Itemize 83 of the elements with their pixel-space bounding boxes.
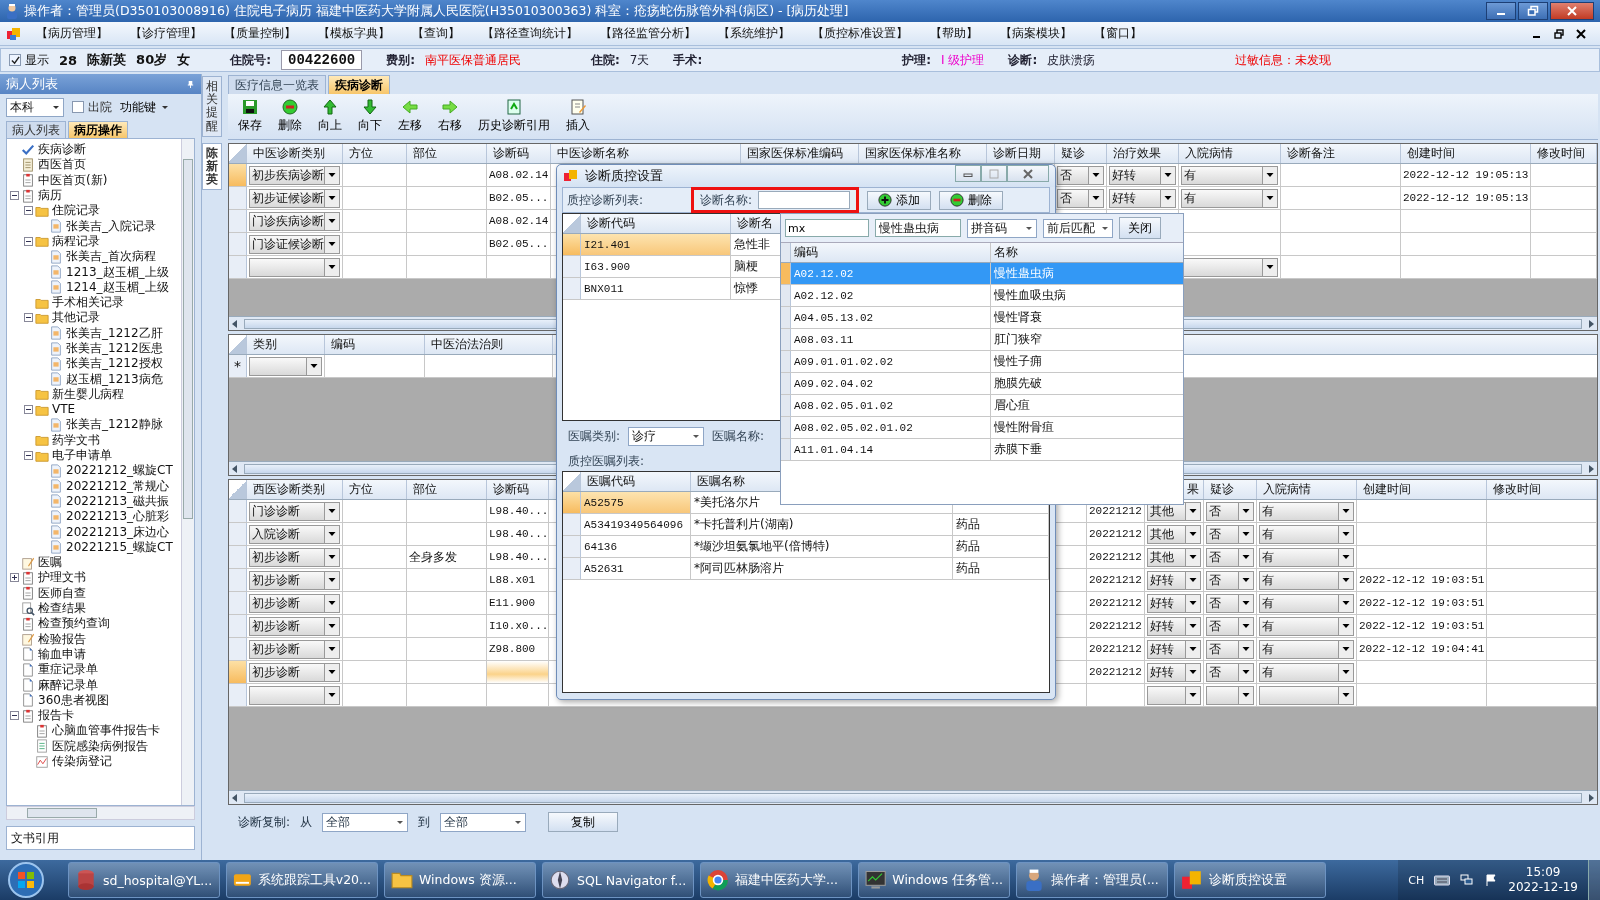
- table-cell: A02.12.02: [794, 289, 854, 302]
- order-type-label: 医嘱类别:: [568, 427, 621, 445]
- patient-age: 80岁: [136, 51, 168, 69]
- patient-sex: 女: [177, 51, 191, 69]
- table-cell: 肛门狭窄: [994, 331, 1042, 348]
- table-cell: A09.01.01.02.02: [794, 355, 894, 368]
- table-cell: 全身多发: [409, 548, 457, 566]
- table-cell: 2022-12-12 19:04:41: [1359, 643, 1485, 655]
- table-cell: 2022-12-12 19:05:13: [1403, 192, 1529, 204]
- dialog-title: 诊断质控设置: [585, 167, 663, 185]
- table-cell: 2022-12-12 19:05:13: [1403, 169, 1529, 181]
- order-list-label: 质控医嘱列表:: [568, 452, 645, 470]
- field-label: 住院号:: [230, 51, 271, 69]
- to-label: 到: [418, 813, 431, 831]
- table-cell: 20221212: [1089, 528, 1142, 540]
- table-cell: I10.x0...: [489, 620, 548, 632]
- table-cell: E11.900: [489, 597, 536, 609]
- table-cell: 急性非: [734, 236, 770, 253]
- table-cell: A02.12.02: [794, 267, 854, 280]
- table-cell: A08.02.14: [489, 169, 549, 181]
- table-cell: 20221212: [1089, 620, 1142, 632]
- field-label: 住院:: [591, 51, 620, 69]
- table-cell: *美托洛尔片: [694, 494, 760, 511]
- table-cell: A08.02.05.01.02: [794, 399, 894, 412]
- table-cell: 20221212: [1089, 574, 1142, 586]
- table-cell: BNX011: [584, 282, 624, 295]
- table-cell: *卡托普利片(湖南): [694, 516, 794, 533]
- table-cell: L88.x01: [489, 574, 536, 586]
- field-label: 手术:: [673, 51, 703, 69]
- table-cell: 赤膜下垂: [994, 441, 1042, 458]
- order-name-label: 医嘱名称:: [712, 427, 765, 445]
- field-value: 00422600: [281, 50, 363, 70]
- table-cell: L98.40...: [489, 551, 548, 563]
- table-cell: 20221212: [1089, 597, 1142, 609]
- table-cell: I63.900: [584, 260, 631, 273]
- table-cell: 2022-12-12 19:03:51: [1359, 620, 1485, 632]
- table-cell: 药品: [956, 516, 980, 533]
- table-cell: L98.40...: [489, 528, 548, 540]
- table-cell: 2022-12-12 19:03:51: [1359, 574, 1485, 586]
- table-cell: B02.05...: [489, 192, 549, 204]
- table-cell: A11.01.04.14: [794, 443, 874, 456]
- table-cell: A52575: [584, 496, 624, 509]
- window-title: 操作者：管理员(D350103008916) 住院电子病历 福建中医药大学附属人民医院(H35010300363) 科室：疮疡蛇伤脉管外科(病区) - [病历处理]: [24, 2, 849, 20]
- table-cell: 慢性肾衰: [994, 309, 1042, 326]
- table-cell: L98.40...: [489, 505, 548, 517]
- field-value: 7天: [629, 51, 650, 69]
- field-value: 皮肤溃疡: [1047, 51, 1096, 69]
- table-cell: 慢性子痈: [994, 353, 1042, 370]
- document-reference-label: 文书引用: [11, 829, 59, 847]
- field-value: 南平医保普通居民: [425, 51, 522, 69]
- table-cell: 20221212: [1089, 643, 1142, 655]
- from-label: 从: [300, 813, 313, 831]
- table-cell: A08.02.05.02.01.02: [794, 421, 913, 434]
- patient-name: 陈新英: [87, 51, 127, 69]
- table-cell: 慢性附骨疽: [994, 419, 1054, 436]
- field-value: I 级护理: [941, 51, 985, 69]
- field-label: 护理:: [902, 51, 932, 69]
- table-cell: 惊悸: [734, 280, 758, 297]
- table-cell: 慢性血吸虫病: [994, 287, 1066, 304]
- field-label: 诊断:: [1008, 51, 1038, 69]
- table-cell: 20221212: [1089, 666, 1142, 678]
- name-label: 诊断名称:: [700, 191, 753, 209]
- field-label: 费别:: [386, 51, 416, 69]
- table-cell: 慢性蛊虫病: [994, 265, 1054, 282]
- table-cell: 脑梗: [734, 258, 758, 275]
- table-cell: 胞膜先破: [994, 375, 1042, 392]
- copy-label: 诊断复制:: [238, 813, 291, 831]
- table-cell: 2022-12-12 19:03:51: [1359, 597, 1485, 609]
- table-cell: B02.05...: [489, 238, 549, 250]
- table-cell: A08.03.11: [794, 333, 854, 346]
- table-cell: Z98.800: [489, 643, 536, 655]
- table-cell: A09.02.04.02: [794, 377, 874, 390]
- table-cell: A53419349564096: [584, 518, 684, 531]
- panel-title: 病人列表: [6, 75, 58, 93]
- bed-number: 28: [59, 52, 78, 68]
- table-cell: A04.05.13.02: [794, 311, 874, 324]
- table-cell: I21.401: [584, 238, 631, 251]
- allergy-info: 过敏信息：未发现: [1235, 51, 1332, 69]
- list-label: 质控诊断列表:: [567, 191, 644, 209]
- table-cell: 眉心疽: [994, 397, 1030, 414]
- table-cell: 20221212: [1089, 505, 1142, 517]
- table-cell: A08.02.14: [489, 215, 549, 227]
- table-cell: 20221212: [1089, 551, 1142, 563]
